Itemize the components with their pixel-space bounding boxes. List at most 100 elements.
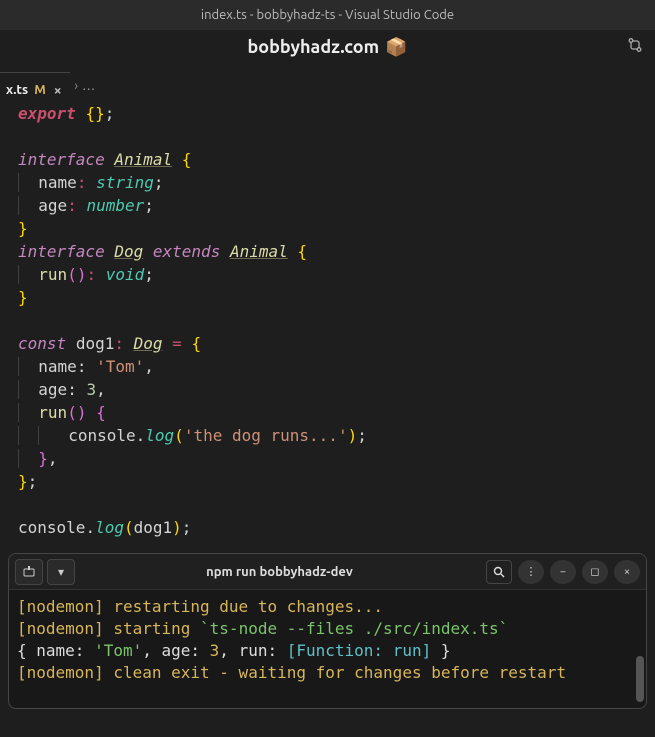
code-token: 3 <box>86 380 96 399</box>
code-token: { <box>96 403 106 422</box>
terminal-scrollbar[interactable] <box>636 656 644 702</box>
code-token: Animal <box>230 242 288 261</box>
code-token: string <box>96 173 154 192</box>
code-token: ; <box>144 196 154 215</box>
code-token: export <box>18 104 76 123</box>
terminal-line: 'Tom' <box>84 641 142 660</box>
terminal-line: run: <box>239 641 278 660</box>
terminal-new-button[interactable] <box>15 559 43 585</box>
tab-filename: x.ts <box>6 83 28 97</box>
code-token: Dog <box>114 242 143 261</box>
code-token: number <box>86 196 144 215</box>
terminal-line: [nodemon] starting <box>17 619 200 638</box>
terminal-title: npm run bobbyhadz-dev <box>79 565 480 579</box>
terminal-line: `ts-node --files ./src/index.ts` <box>200 619 508 638</box>
terminal-line: [Function: run] <box>277 641 431 660</box>
code-token: ) <box>348 426 358 445</box>
code-token: ; <box>28 472 38 491</box>
close-icon[interactable]: × <box>614 560 640 584</box>
git-compare-icon[interactable] <box>627 37 643 57</box>
code-token: , <box>96 380 106 399</box>
more-menu-icon[interactable]: ⋮ <box>518 560 544 584</box>
tab-bar: x.ts M × <box>0 72 70 106</box>
terminal-line: [nodemon] restarting due to changes... <box>17 597 383 616</box>
terminal-line: { <box>17 641 36 660</box>
code-token: { <box>297 242 307 261</box>
code-token: name <box>38 357 77 376</box>
terminal-line: 3 <box>200 641 219 660</box>
code-token: ( <box>124 518 134 537</box>
code-token: . <box>85 518 95 537</box>
code-token: ; <box>105 104 115 123</box>
code-token: : <box>67 196 77 215</box>
code-token: ; <box>154 173 164 192</box>
close-icon[interactable]: × <box>54 83 62 97</box>
search-icon[interactable] <box>486 560 512 584</box>
code-token: log <box>145 426 174 445</box>
code-token: log <box>95 518 124 537</box>
code-token: console <box>18 518 85 537</box>
terminal-line: } <box>431 641 450 660</box>
tab-index-ts[interactable]: x.ts M × <box>0 72 70 106</box>
terminal-dropdown-button[interactable]: ▾ <box>47 559 75 585</box>
breadcrumb-more: … <box>82 79 95 93</box>
code-token: , <box>144 357 154 376</box>
code-token: ; <box>357 426 367 445</box>
code-token: { <box>191 334 201 353</box>
code-token: name <box>38 173 77 192</box>
code-token: age <box>38 380 67 399</box>
code-token: 'the dog runs...' <box>184 426 348 445</box>
code-token: Dog <box>134 334 163 353</box>
minimize-icon[interactable]: − <box>550 560 576 584</box>
code-token: ( <box>174 426 184 445</box>
code-token: : <box>77 173 87 192</box>
terminal-line: , <box>219 641 238 660</box>
code-token: , <box>48 449 58 468</box>
terminal-line: name: <box>36 641 84 660</box>
code-token: age <box>38 196 67 215</box>
code-token: . <box>136 426 146 445</box>
breadcrumb[interactable]: TS index.ts › … <box>0 74 655 98</box>
code-editor[interactable]: export {}; interface Animal { name: stri… <box>0 98 655 549</box>
window-titlebar: index.ts - bobbyhadz-ts - Visual Studio … <box>0 0 655 30</box>
code-token: : <box>77 357 87 376</box>
code-token: } <box>18 288 28 307</box>
code-token: : <box>114 334 124 353</box>
terminal-line: [nodemon] clean exit - waiting for chang… <box>17 663 566 682</box>
code-token: () <box>67 403 86 422</box>
window-title: index.ts - bobbyhadz-ts - Visual Studio … <box>201 8 454 22</box>
banner-text: bobbyhadz.com <box>247 37 379 57</box>
code-token: : <box>86 265 96 284</box>
code-token: () <box>67 265 86 284</box>
code-token: interface <box>18 150 105 169</box>
terminal-output[interactable]: [nodemon] restarting due to changes... [… <box>9 590 646 708</box>
code-token: } <box>18 219 28 238</box>
code-token: const <box>18 334 66 353</box>
code-token: console <box>68 426 135 445</box>
code-token: : <box>67 380 77 399</box>
terminal-line: , <box>142 641 161 660</box>
code-token: ) <box>172 518 182 537</box>
code-token: dog1 <box>76 334 115 353</box>
code-token: {} <box>85 104 104 123</box>
code-token: run <box>38 403 67 422</box>
tab-modified-indicator: M <box>34 83 46 97</box>
code-token: ; <box>182 518 192 537</box>
code-token: extends <box>153 242 220 261</box>
code-token: { <box>182 150 192 169</box>
code-token: } <box>18 472 28 491</box>
code-token: void <box>106 265 145 284</box>
site-banner: x.ts M × bobbyhadz.com 📦 <box>0 30 655 64</box>
breadcrumb-separator: › <box>74 79 78 93</box>
code-token: = <box>172 334 182 353</box>
code-token: ; <box>144 265 154 284</box>
code-token: interface <box>18 242 105 261</box>
terminal-header: ▾ npm run bobbyhadz-dev ⋮ − ◻ × <box>9 554 646 590</box>
code-token: 'Tom' <box>96 357 144 376</box>
code-token: } <box>38 449 48 468</box>
code-token: run <box>38 265 67 284</box>
code-token: Animal <box>114 150 172 169</box>
maximize-icon[interactable]: ◻ <box>582 560 608 584</box>
package-icon: 📦 <box>385 37 407 58</box>
terminal-line: age: <box>162 641 201 660</box>
